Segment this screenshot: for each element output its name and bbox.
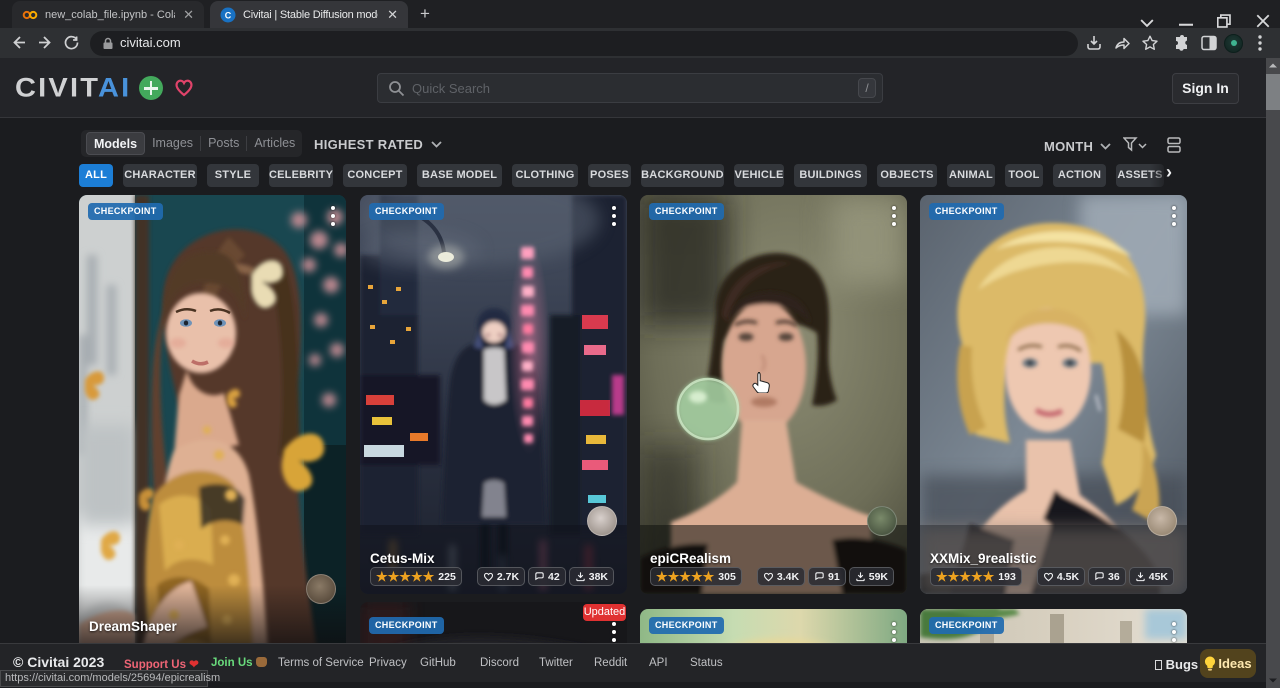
svg-text:C: C [225, 10, 232, 20]
